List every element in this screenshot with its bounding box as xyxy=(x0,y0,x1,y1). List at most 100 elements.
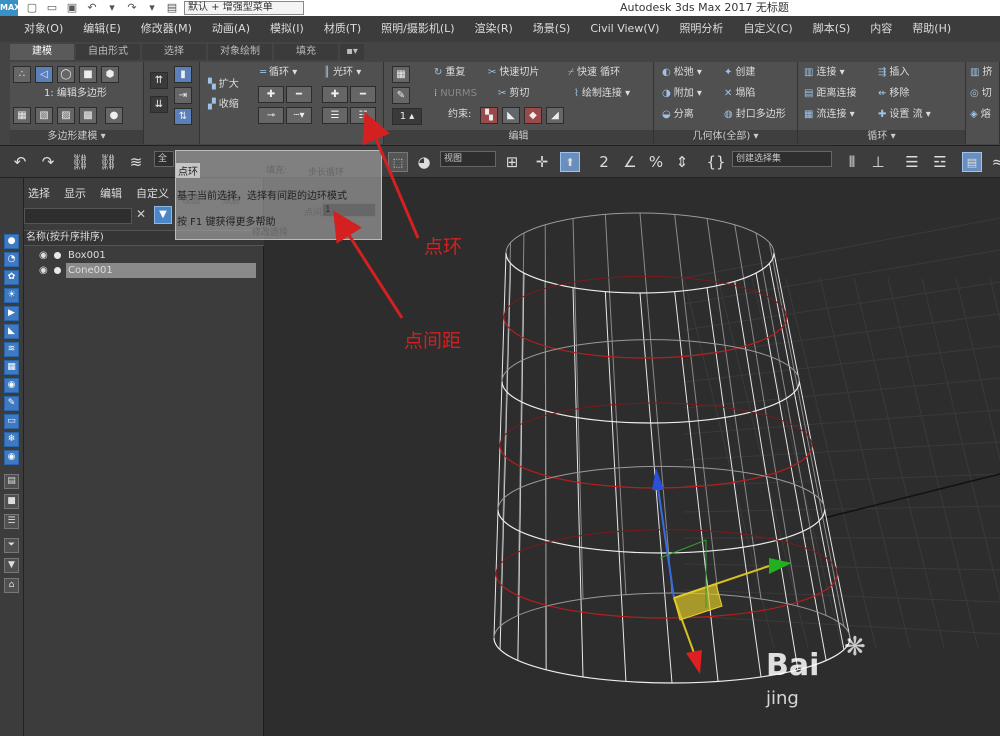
menu-lights-cameras[interactable]: 照明/摄影机(L) xyxy=(371,16,464,42)
display-none-icon[interactable]: ● xyxy=(4,234,19,249)
reference-coord-dropdown[interactable]: 视图 xyxy=(440,151,496,167)
menu-help[interactable]: 帮助(H) xyxy=(902,16,961,42)
loop-mode-icon[interactable]: ⊸ xyxy=(258,107,284,124)
menu-animation[interactable]: 动画(A) xyxy=(202,16,260,42)
attach-button[interactable]: ◑ 附加 ▾ xyxy=(662,87,702,101)
angle-snap-icon[interactable]: ∠ xyxy=(620,152,640,172)
tab-freeform[interactable]: 自由形式 xyxy=(76,44,140,60)
particle-icon[interactable]: ❄ xyxy=(4,432,19,447)
scene-explorer-toggle-icon[interactable]: ☰ xyxy=(902,152,922,172)
menu-content[interactable]: 内容 xyxy=(860,16,902,42)
show-end-result-icon[interactable]: ● xyxy=(105,107,123,124)
loop-shrink-icon[interactable]: ━ xyxy=(286,86,312,103)
undo-icon[interactable]: ↶ xyxy=(84,1,100,15)
xrefs-icon[interactable]: ◉ xyxy=(4,378,19,393)
nurms-button[interactable]: ⁞ NURMS xyxy=(434,87,477,101)
menu-simulate[interactable]: 模拟(I) xyxy=(260,16,314,42)
ribbon-options-icon[interactable]: ▪▾ xyxy=(340,44,364,60)
element-icon[interactable]: ⬢ xyxy=(101,66,119,83)
ring-mode-icon[interactable]: ☰ xyxy=(322,107,348,124)
cameras-icon[interactable]: ▶ xyxy=(4,306,19,321)
edit-spinner[interactable]: 1 ▴ xyxy=(392,108,422,125)
link-icon[interactable]: ⛓ xyxy=(70,152,90,172)
tab-modeling[interactable]: 建模 xyxy=(10,44,74,60)
named-selection-dropdown[interactable]: 创建选择集 xyxy=(732,151,832,167)
undo-icon[interactable]: ↶ xyxy=(10,152,30,172)
unlink-icon[interactable]: ⛓ xyxy=(98,152,118,172)
group-edit-title[interactable]: 编辑 xyxy=(384,130,653,144)
loop-grow-icon[interactable]: ✚ xyxy=(258,86,284,103)
slice-button[interactable]: ◎ 切 xyxy=(970,87,992,101)
groups-icon[interactable]: ▦ xyxy=(4,360,19,375)
swift-loop-button[interactable]: ⌿ 快速 循环 xyxy=(568,66,620,80)
shapes-icon[interactable]: ✿ xyxy=(4,270,19,285)
tab-populate[interactable]: 填充 xyxy=(274,44,338,60)
melt-button[interactable]: ◈ 熔 xyxy=(970,108,991,122)
space-warps-icon[interactable]: ≋ xyxy=(4,342,19,357)
extrude-button[interactable]: ▥ 挤 xyxy=(970,66,992,80)
connect-button[interactable]: ▥ 连接 ▾ xyxy=(804,66,845,80)
eye-icon[interactable]: ◉ xyxy=(39,263,48,278)
border-icon[interactable]: ◯ xyxy=(57,66,75,83)
ring-grow-icon[interactable]: ✚ xyxy=(322,86,348,103)
select-manipulate-icon[interactable]: ⬆ xyxy=(560,152,580,172)
move-icon[interactable]: ✛ xyxy=(532,152,552,172)
list-item[interactable]: ◉ Cone001 xyxy=(24,263,264,278)
pivot-icon[interactable]: ⊞ xyxy=(502,152,522,172)
max-logo-icon[interactable]: MAX xyxy=(0,0,20,16)
dropdown-icon[interactable]: ▾ xyxy=(144,1,160,15)
filter-off-icon[interactable]: ⏷ xyxy=(4,538,19,553)
explorer-search-input[interactable] xyxy=(24,208,132,224)
explorer-menu-customize[interactable]: 自定义 xyxy=(122,186,179,202)
dot-ring-button[interactable]: ☷ xyxy=(350,107,376,124)
loop-dots-icon[interactable]: ┄▾ xyxy=(286,107,312,124)
distance-connect-button[interactable]: ▤ 距离连接 xyxy=(804,87,856,101)
spinner-snap-icon[interactable]: ⇕ xyxy=(672,152,692,172)
square-icon[interactable]: ■ xyxy=(4,494,19,509)
snap-3d-icon[interactable]: 2 xyxy=(594,152,614,172)
tab-selection[interactable]: 选择 xyxy=(142,44,206,60)
helpers-icon[interactable]: ◣ xyxy=(4,324,19,339)
filter-toggle-icon[interactable]: ▼ xyxy=(154,206,172,224)
redo-icon[interactable]: ↷ xyxy=(124,1,140,15)
percent-snap-icon[interactable]: % xyxy=(646,152,666,172)
flow-connect-button[interactable]: ▦ 流连接 ▾ xyxy=(804,108,855,122)
menu-scripting[interactable]: 脚本(S) xyxy=(803,16,861,42)
constraint-normal-icon[interactable]: ◢ xyxy=(546,107,564,124)
constraint-edge-icon[interactable]: ◣ xyxy=(502,107,520,124)
polygon-icon[interactable]: ■ xyxy=(79,66,97,83)
list-item[interactable]: ◉ Box001 xyxy=(24,248,264,263)
display-all-icon[interactable]: ◉ xyxy=(4,450,19,465)
detach-button[interactable]: ◒ 分离 xyxy=(662,108,694,122)
bones-icon[interactable]: ✎ xyxy=(4,396,19,411)
layer-explorer-icon[interactable]: ☲ xyxy=(930,152,950,172)
selection-filter-dropdown[interactable]: 全 xyxy=(154,151,174,167)
remove-loop-button[interactable]: ⇷ 移除 xyxy=(878,87,909,101)
paint-connect-button[interactable]: ⌇ 绘制连接 ▾ xyxy=(574,87,630,101)
cage-icon[interactable]: ▧ xyxy=(35,107,53,124)
repeat-button[interactable]: ↻ 重复 xyxy=(434,66,465,80)
redo-icon[interactable]: ↷ xyxy=(38,152,58,172)
menu-civil-view[interactable]: Civil View(V) xyxy=(580,16,669,42)
select-region-icon[interactable]: ⬚ xyxy=(388,152,408,172)
constraint-face-icon[interactable]: ◆ xyxy=(524,107,542,124)
menu-scene[interactable]: 场景(S) xyxy=(523,16,581,42)
curve-editor-icon[interactable]: ≈ xyxy=(988,152,1000,172)
menu-rendering[interactable]: 渲染(R) xyxy=(465,16,523,42)
menu-customize[interactable]: 自定义(C) xyxy=(733,16,802,42)
new-file-icon[interactable]: ▢ xyxy=(24,1,40,15)
relax-button[interactable]: ◐ 松弛 ▾ xyxy=(662,66,702,80)
geometry-icon[interactable]: ◔ xyxy=(4,252,19,267)
mirror-icon[interactable]: ⫴ xyxy=(842,152,862,172)
grow-button[interactable]: ▚ 扩大 xyxy=(208,78,239,92)
group-geometry-title[interactable]: 几何体(全部) ▾ xyxy=(654,130,797,144)
shrink-button[interactable]: ▞ 收缩 xyxy=(208,98,239,112)
ring-button[interactable]: ║ 光环 ▾ xyxy=(324,66,361,80)
cut-button[interactable]: ✂ 剪切 xyxy=(498,87,529,101)
quick-slice-button[interactable]: ✂ 快速切片 xyxy=(488,66,539,80)
workspace-dropdown[interactable]: 默认 + 增强型菜单 xyxy=(184,1,304,15)
stack-up-icon[interactable]: ⇈ xyxy=(150,72,168,89)
swift-loop-edit-icon[interactable]: ✎ xyxy=(392,87,410,104)
filter-icon[interactable]: ▼ xyxy=(4,558,19,573)
open-file-icon[interactable]: ▭ xyxy=(44,1,60,15)
